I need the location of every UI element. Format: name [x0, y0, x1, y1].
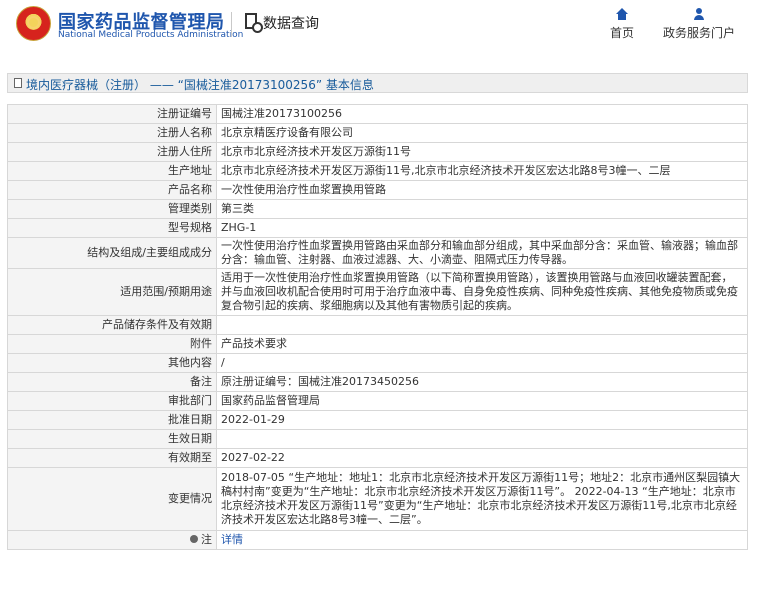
table-row: 管理类别 第三类: [7, 199, 748, 219]
row-label: 注册人住所: [7, 142, 217, 162]
row-value: [216, 429, 748, 449]
row-label: 变更情况: [7, 467, 217, 531]
nav-service-label: 政务服务门户: [662, 26, 735, 40]
row-label: 产品储存条件及有效期: [7, 315, 217, 335]
nav-service-portal[interactable]: 政务服务门户: [660, 8, 738, 41]
row-value: 第三类: [216, 199, 748, 219]
row-label: 批准日期: [7, 410, 217, 430]
document-icon: [14, 78, 22, 88]
nav-home[interactable]: 首页: [604, 8, 640, 41]
table-row: 附件 产品技术要求: [7, 334, 748, 354]
header-divider: [231, 12, 232, 37]
row-label: 注: [7, 530, 217, 550]
table-row: 注 详情: [7, 530, 748, 550]
row-value: 北京市北京经济技术开发区万源街11号,北京市北京经济技术开发区宏达北路8号3幢一…: [216, 161, 748, 181]
row-value: [216, 315, 748, 335]
details-link[interactable]: 详情: [221, 533, 243, 546]
table-row: 生效日期: [7, 429, 748, 449]
row-label: 生效日期: [7, 429, 217, 449]
breadcrumb-text: 境内医疗器械（注册） —— “国械注准20173100256” 基本信息: [26, 78, 374, 92]
row-value: /: [216, 353, 748, 373]
table-row: 产品储存条件及有效期: [7, 315, 748, 335]
row-value: 一次性使用治疗性血浆置换用管路由采血部分和输血部分组成，其中采血部分含：采血管、…: [216, 237, 748, 269]
user-icon: [693, 8, 705, 20]
row-label: 管理类别: [7, 199, 217, 219]
section-title: 数据查询: [263, 16, 319, 32]
table-row: 审批部门 国家药品监督管理局: [7, 391, 748, 411]
search-document-icon: [245, 13, 263, 33]
table-row: 注册证编号 国械注准20173100256: [7, 104, 748, 124]
row-label: 结构及组成/主要组成成分: [7, 237, 217, 269]
details-table: 注册证编号 国械注准20173100256 注册人名称 北京京精医疗设备有限公司…: [7, 104, 748, 550]
row-value: 详情: [216, 530, 748, 550]
table-row: 结构及组成/主要组成成分 一次性使用治疗性血浆置换用管路由采血部分和输血部分组成…: [7, 237, 748, 269]
row-label: 型号规格: [7, 218, 217, 238]
row-label: 审批部门: [7, 391, 217, 411]
table-row: 备注 原注册证编号：国械注准20173450256: [7, 372, 748, 392]
site-header: 国家药品监督管理局 National Medical Products Admi…: [0, 0, 758, 52]
row-value: 2022-01-29: [216, 410, 748, 430]
site-title-en: National Medical Products Administration: [58, 30, 244, 40]
row-value: 一次性使用治疗性血浆置换用管路: [216, 180, 748, 200]
row-value: 2027-02-22: [216, 448, 748, 468]
table-row: 其他内容 /: [7, 353, 748, 373]
row-label: 注册人名称: [7, 123, 217, 143]
row-value: 产品技术要求: [216, 334, 748, 354]
lightbulb-icon: [190, 535, 198, 543]
table-row: 注册人名称 北京京精医疗设备有限公司: [7, 123, 748, 143]
row-label: 产品名称: [7, 180, 217, 200]
row-label: 有效期至: [7, 448, 217, 468]
note-label: 注: [201, 533, 212, 546]
row-label: 其他内容: [7, 353, 217, 373]
table-row: 注册人住所 北京市北京经济技术开发区万源街11号: [7, 142, 748, 162]
row-label: 适用范围/预期用途: [7, 268, 217, 316]
table-row: 型号规格 ZHG-1: [7, 218, 748, 238]
row-value: 适用于一次性使用治疗性血浆置换用管路（以下简称置换用管路），该置换用管路与血液回…: [216, 268, 748, 316]
row-value: 国家药品监督管理局: [216, 391, 748, 411]
row-label: 注册证编号: [7, 104, 217, 124]
row-label: 附件: [7, 334, 217, 354]
row-value: 北京市北京经济技术开发区万源街11号: [216, 142, 748, 162]
nav-home-label: 首页: [609, 26, 634, 40]
row-label: 备注: [7, 372, 217, 392]
table-row: 适用范围/预期用途 适用于一次性使用治疗性血浆置换用管路（以下简称置换用管路），…: [7, 268, 748, 316]
emblem-logo: [16, 6, 51, 41]
row-label: 生产地址: [7, 161, 217, 181]
row-value: 国械注准20173100256: [216, 104, 748, 124]
table-row: 产品名称 一次性使用治疗性血浆置换用管路: [7, 180, 748, 200]
row-value: 北京京精医疗设备有限公司: [216, 123, 748, 143]
row-value: 2018-07-05 “生产地址：地址1：北京市北京经济技术开发区万源街11号；…: [216, 467, 748, 531]
row-value: ZHG-1: [216, 218, 748, 238]
home-icon: [616, 8, 628, 20]
table-row: 生产地址 北京市北京经济技术开发区万源街11号,北京市北京经济技术开发区宏达北路…: [7, 161, 748, 181]
table-row: 批准日期 2022-01-29: [7, 410, 748, 430]
row-value: 原注册证编号：国械注准20173450256: [216, 372, 748, 392]
table-row: 变更情况 2018-07-05 “生产地址：地址1：北京市北京经济技术开发区万源…: [7, 467, 748, 531]
breadcrumb: 境内医疗器械（注册） —— “国械注准20173100256” 基本信息: [7, 73, 748, 93]
table-row: 有效期至 2027-02-22: [7, 448, 748, 468]
